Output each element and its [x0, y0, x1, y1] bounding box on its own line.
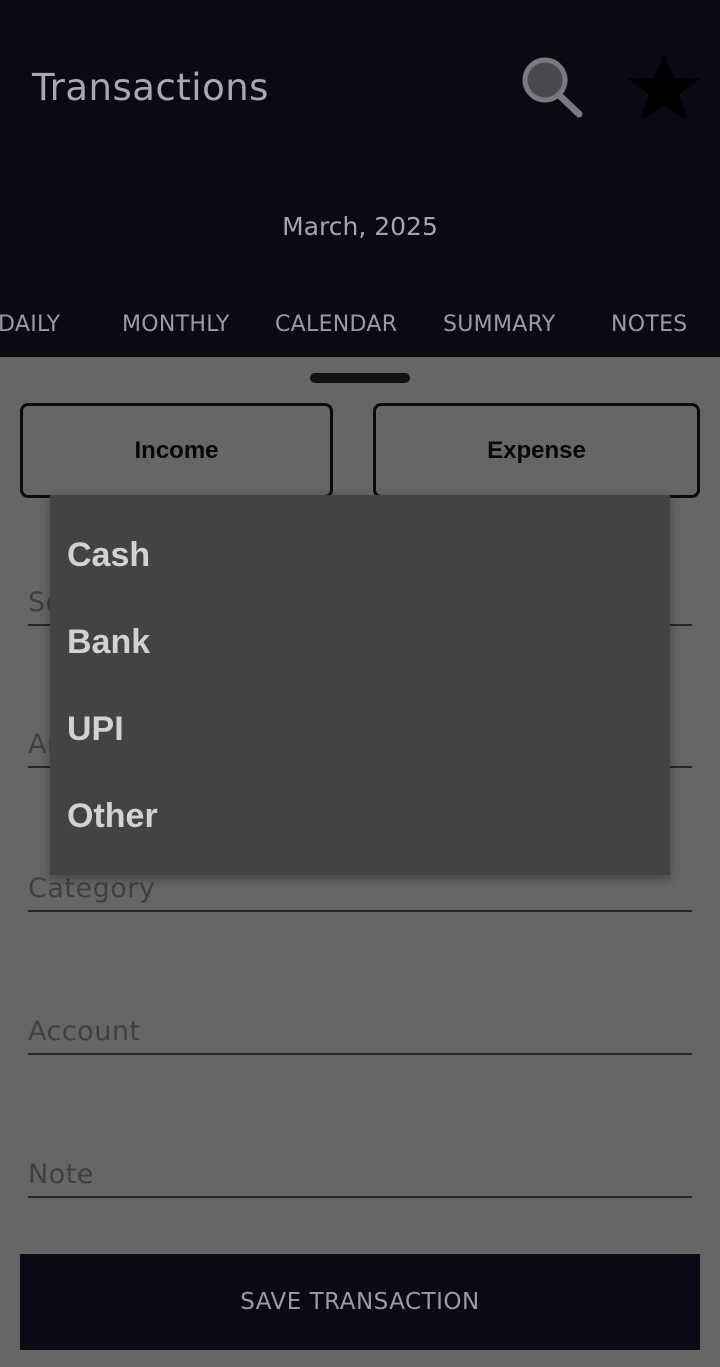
star-icon: [629, 55, 699, 119]
dropdown-option-other[interactable]: Other: [50, 773, 670, 860]
tab-daily[interactable]: DAILY: [0, 312, 60, 337]
account-placeholder: Account: [28, 1016, 141, 1047]
save-transaction-button[interactable]: SAVE TRANSACTION: [20, 1254, 700, 1350]
app-header: Transactions March, 2025 DAILY MONTHLY C…: [0, 0, 720, 357]
tab-bar: DAILY MONTHLY CALENDAR SUMMARY NOTES: [0, 312, 720, 352]
account-field[interactable]: Account: [28, 1005, 692, 1055]
expense-button[interactable]: Expense: [373, 403, 700, 498]
search-button[interactable]: [515, 52, 587, 124]
note-field[interactable]: Note: [28, 1148, 692, 1198]
search-icon: [522, 57, 583, 118]
payment-method-dropdown: Cash Bank UPI Other: [50, 495, 670, 875]
note-placeholder: Note: [28, 1159, 94, 1190]
category-placeholder: Category: [28, 873, 156, 904]
page-title: Transactions: [32, 66, 269, 109]
tab-calendar[interactable]: CALENDAR: [275, 312, 397, 337]
favorite-button[interactable]: [626, 52, 702, 124]
tab-summary[interactable]: SUMMARY: [443, 312, 556, 337]
income-button[interactable]: Income: [20, 403, 333, 498]
tab-notes[interactable]: NOTES: [611, 312, 688, 337]
dropdown-option-cash[interactable]: Cash: [50, 512, 670, 599]
dropdown-option-upi[interactable]: UPI: [50, 686, 670, 773]
month-label[interactable]: March, 2025: [0, 212, 720, 241]
dropdown-option-bank[interactable]: Bank: [50, 599, 670, 686]
tab-monthly[interactable]: MONTHLY: [122, 312, 230, 337]
bottom-sheet-drag-handle[interactable]: [310, 373, 410, 383]
